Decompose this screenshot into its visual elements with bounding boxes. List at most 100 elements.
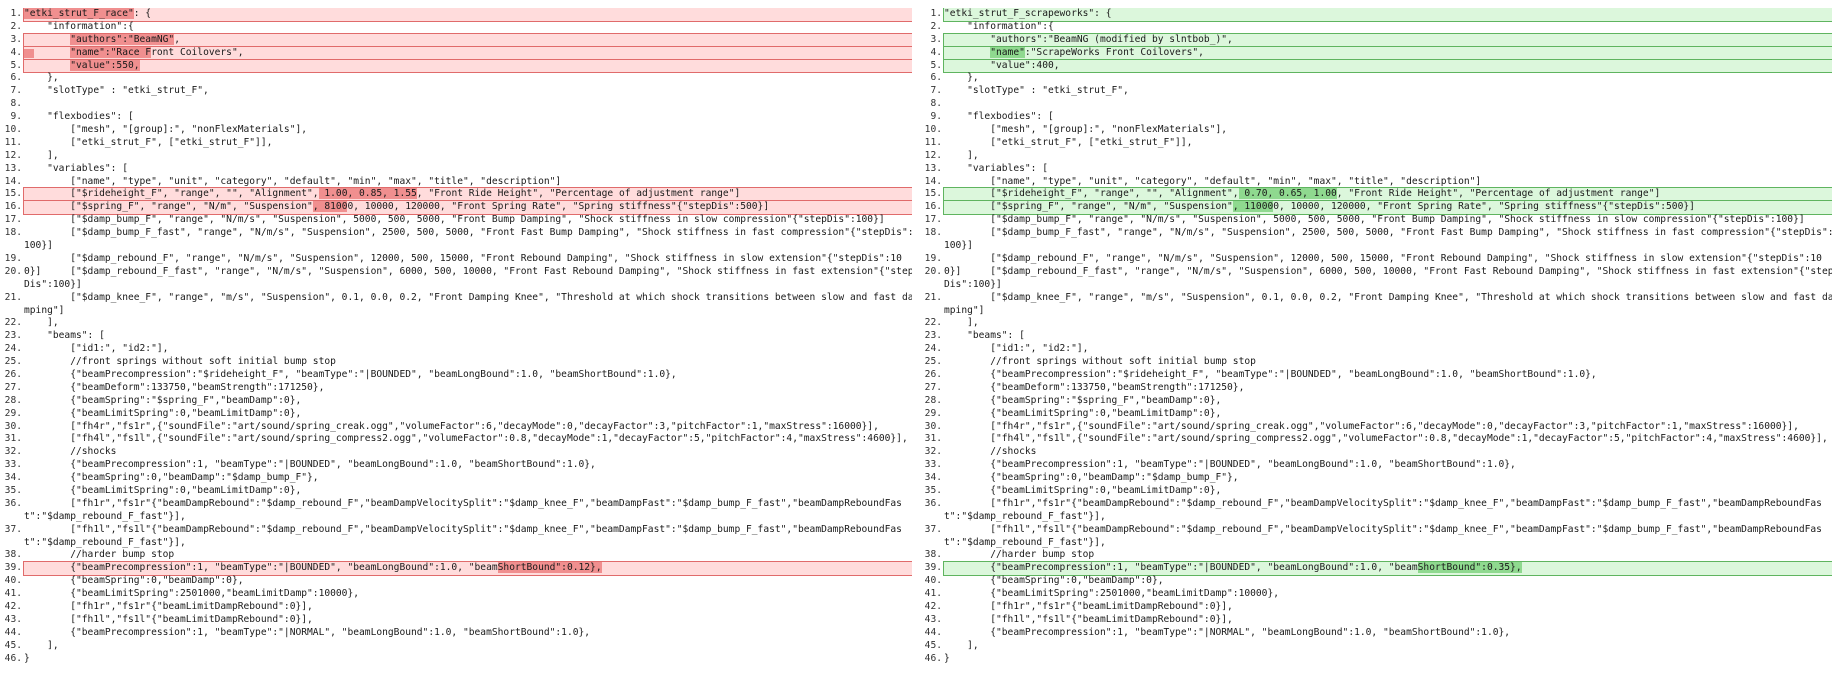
code-text: ["fh1l","fs1l"{"beamLimitDampRebound":0}… — [24, 613, 313, 625]
line-number: 25. — [924, 356, 942, 368]
line-number: 31. — [924, 433, 942, 445]
line-number: 20. — [4, 265, 22, 277]
line-number: 26. — [4, 368, 22, 380]
left-code-line: 12. ], — [0, 150, 912, 163]
right-code-line: 8. — [920, 98, 1832, 111]
code-text: "information":{ — [24, 20, 134, 32]
right-code-line: 33. {"beamPrecompression":1, "beamType":… — [920, 459, 1832, 472]
line-number: 30. — [924, 420, 942, 432]
code-text: {"beamDeform":133750,"beamStrength":1712… — [944, 381, 1245, 393]
right-code-lines: 1. "etki_strut_F_scrapeworks": {2. "infor… — [920, 8, 1832, 666]
code-text: ], — [944, 317, 979, 329]
code-text: {"beamSpring":0,"beamDamp":"$damp_bump_F… — [24, 472, 319, 484]
left-code-line: 13. "variables": [ — [0, 163, 912, 176]
line-number: 24. — [4, 343, 22, 355]
code-text: {"beamLimitSpring":2501000,"beamLimitDam… — [944, 588, 1280, 600]
code-text: {"beamLimitSpring":0,"beamLimitDamp":0}, — [944, 407, 1222, 419]
left-code-line: 14. ["name", "type", "unit", "category",… — [0, 176, 912, 189]
right-code-line: 35. {"beamLimitSpring":0,"beamLimitDamp"… — [920, 485, 1832, 498]
code-text: ["fh1l","fs1l"{"beamLimitDampRebound":0}… — [944, 613, 1233, 625]
right-code-line: 21. ["$damp_knee_F", "range", "m/s", "Su… — [920, 292, 1832, 318]
code-text: ["etki_strut_F", ["etki_strut_F"]], — [944, 136, 1193, 148]
right-code-line: 34. {"beamSpring":0,"beamDamp":"$damp_bu… — [920, 472, 1832, 485]
line-number: 24. — [924, 343, 942, 355]
code-text: ["$rideheight_F", "range", "", "Alignmen… — [23, 187, 912, 203]
changed-text-highlight: , 11000 — [1232, 201, 1274, 213]
line-number: 6. — [10, 72, 22, 84]
change-marker — [24, 48, 34, 58]
line-number: 32. — [4, 446, 22, 458]
left-code-line: 15. ["$rideheight_F", "range", "", "Alig… — [0, 187, 912, 203]
left-code-line: 4. "name":"Race Front Coilovers", — [0, 45, 912, 61]
right-code-line: 11. ["etki_strut_F", ["etki_strut_F"]], — [920, 137, 1832, 150]
changed-text-highlight: "etki_strut_F_race" — [24, 8, 134, 19]
code-text: "slotType" : "etki_strut_F", — [944, 85, 1129, 97]
line-number: 46. — [4, 652, 22, 664]
code-text: {"beamPrecompression":1, "beamType":"|BO… — [943, 561, 1832, 577]
right-code-line: 44. {"beamPrecompression":1, "beamType":… — [920, 627, 1832, 640]
left-code-line: 27. {"beamDeform":133750,"beamStrength":… — [0, 382, 912, 395]
line-number: 23. — [4, 330, 22, 342]
code-text: //harder bump stop — [944, 549, 1095, 561]
line-number: 2. — [930, 20, 942, 32]
line-number: 15. — [924, 188, 942, 200]
code-text: ["fh1r","fs1r"{"beamLimitDampRebound":0}… — [24, 601, 313, 613]
line-number: 29. — [4, 407, 22, 419]
code-text: ["fh4l","fs1l",{"soundFile":"art/sound/s… — [24, 433, 908, 445]
right-code-line: 23. "beams": [ — [920, 330, 1832, 343]
line-number: 44. — [4, 626, 22, 638]
left-code-line: 19. ["$damp_rebound_F", "range", "N/m/s"… — [0, 253, 912, 277]
right-code-line: 10. ["mesh", "[group]:", "nonFlexMateria… — [920, 124, 1832, 137]
line-number: 12. — [4, 149, 22, 161]
left-code-line: 24. ["id1:", "id2:"], — [0, 343, 912, 356]
left-code-line: 20. ["$damp_rebound_F_fast", "range", "N… — [0, 266, 912, 292]
left-code-line: 11. ["etki_strut_F", ["etki_strut_F"]], — [0, 137, 912, 150]
right-code-line: 4. "name":"ScrapeWorks Front Coilovers", — [920, 45, 1832, 61]
line-number: 1. — [10, 8, 22, 19]
code-text: //shocks — [944, 446, 1037, 458]
line-number: 42. — [4, 601, 22, 613]
right-code-line: 2. "information":{ — [920, 21, 1832, 34]
line-number: 13. — [924, 162, 942, 174]
code-text: "name":"ScrapeWorks Front Coilovers", — [943, 45, 1832, 61]
left-code-line: 6. }, — [0, 72, 912, 85]
diff-viewer: 1. "etki_strut_F_race": {2. "information"… — [0, 0, 1843, 685]
line-number: 2. — [10, 20, 22, 32]
right-code-line: 43. ["fh1l","fs1l"{"beamLimitDampRebound… — [920, 614, 1832, 627]
code-text: "variables": [ — [944, 162, 1048, 174]
changed-text-highlight: "authors":"BeamNG" — [70, 33, 175, 45]
code-text: {"beamPrecompression":1, "beamType":"|BO… — [23, 561, 912, 577]
left-code-line: 25. //front springs without soft initial… — [0, 356, 912, 369]
code-text: ], — [944, 639, 979, 651]
left-diff-pane[interactable]: 1. "etki_strut_F_race": {2. "information"… — [0, 8, 912, 678]
line-number: 10. — [924, 124, 942, 136]
left-code-line: 5. "value":550, — [0, 58, 912, 74]
code-text: ["$damp_knee_F", "range", "m/s", "Suspen… — [24, 291, 912, 316]
right-code-line: 7. "slotType" : "etki_strut_F", — [920, 85, 1832, 98]
line-number: 5. — [930, 59, 942, 71]
left-code-line: 42. ["fh1r","fs1r"{"beamLimitDampRebound… — [0, 601, 912, 614]
code-text: "information":{ — [944, 20, 1054, 32]
line-number: 22. — [924, 317, 942, 329]
right-diff-pane[interactable]: 1. "etki_strut_F_scrapeworks": {2. "infor… — [920, 8, 1832, 678]
code-text: ["name", "type", "unit", "category", "de… — [24, 175, 562, 187]
right-code-line: 22. ], — [920, 317, 1832, 330]
line-number: 27. — [924, 381, 942, 393]
right-code-line: 15. ["$rideheight_F", "range", "", "Alig… — [920, 187, 1832, 203]
right-code-line: 13. "variables": [ — [920, 163, 1832, 176]
changed-text-highlight: ShortBound":0.12}, — [497, 562, 602, 574]
line-number: 8. — [10, 98, 22, 110]
left-code-line: 46.} — [0, 653, 912, 666]
line-number: 43. — [4, 613, 22, 625]
line-number: 46. — [924, 652, 942, 664]
line-number: 34. — [4, 472, 22, 484]
code-text: "value":550, — [23, 58, 912, 74]
left-code-line: 18. ["$damp_bump_F_fast", "range", "N/m/… — [0, 227, 912, 253]
left-code-line: 3. "authors":"BeamNG", — [0, 32, 912, 48]
right-code-line: 14. ["name", "type", "unit", "category",… — [920, 176, 1832, 189]
line-number: 28. — [924, 394, 942, 406]
left-code-line: 43. ["fh1l","fs1l"{"beamLimitDampRebound… — [0, 614, 912, 627]
right-code-line: 46.} — [920, 653, 1832, 666]
code-text: //harder bump stop — [24, 549, 175, 561]
changed-text-highlight: ShortBound":0.35}, — [1417, 562, 1522, 574]
